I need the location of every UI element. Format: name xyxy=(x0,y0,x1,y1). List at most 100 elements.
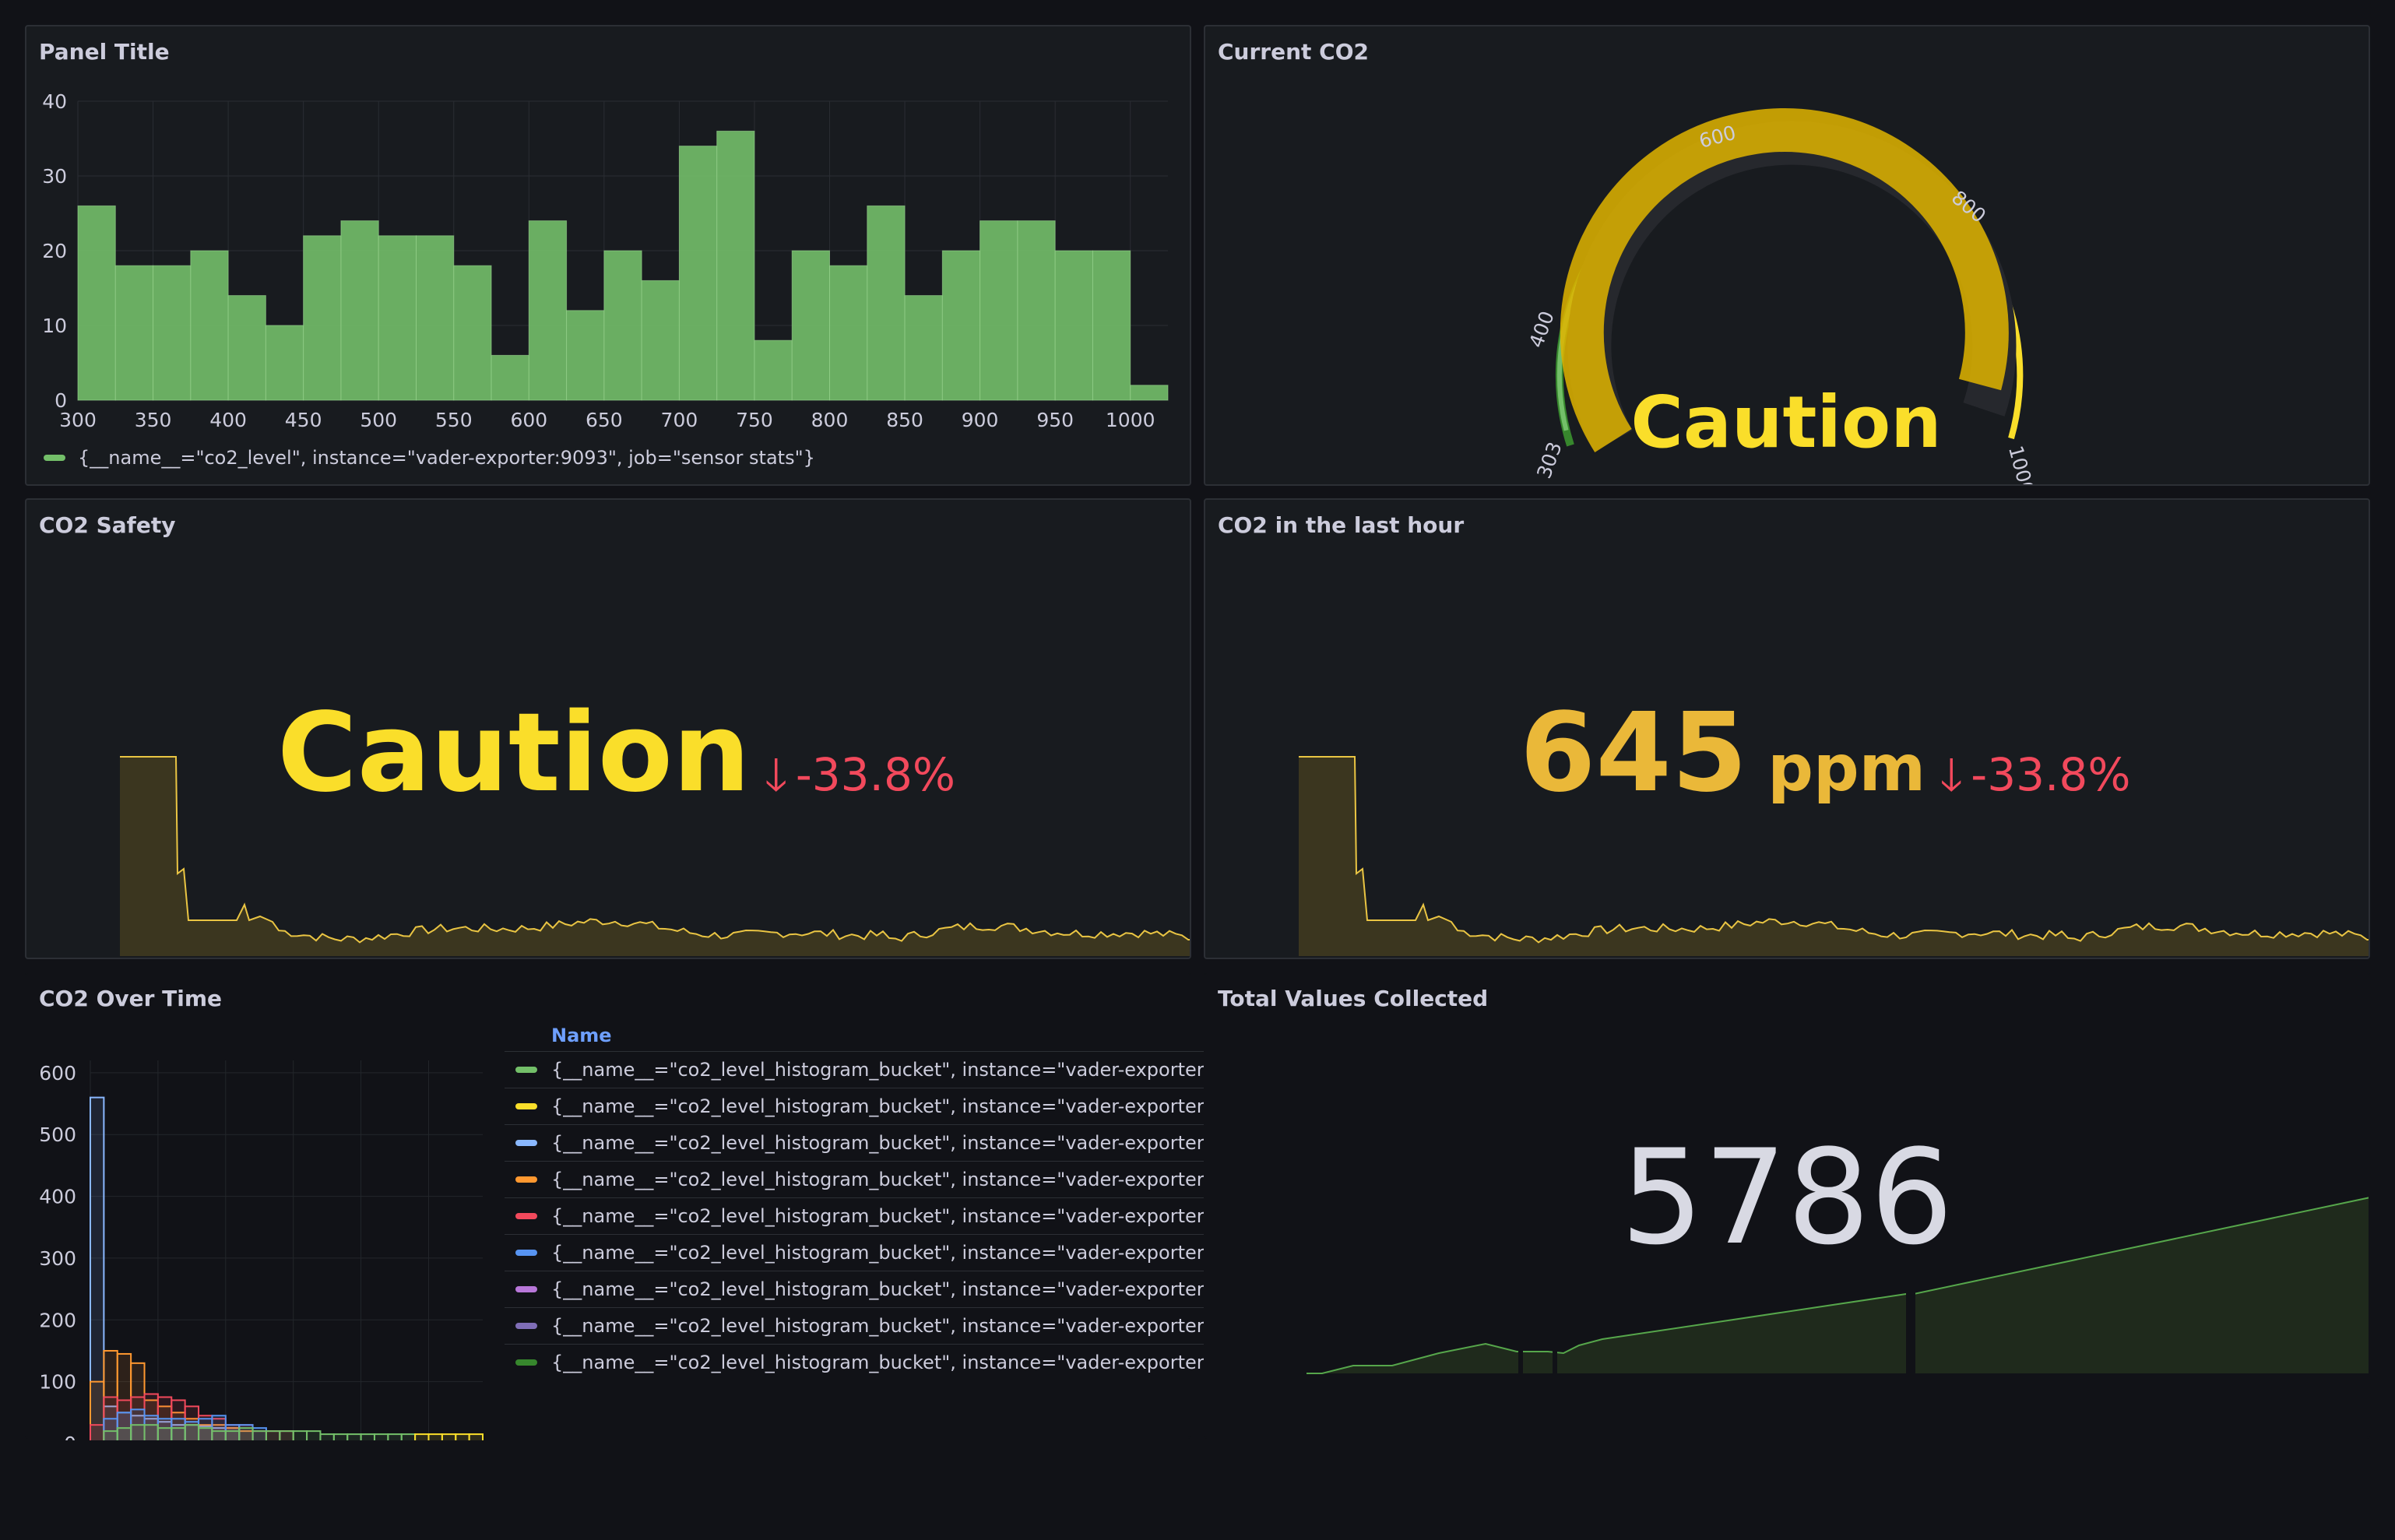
table-row[interactable]: {__name__="co2_level_histogram_bucket", … xyxy=(505,1161,1205,1197)
co2-over-time-panel: CO2 Over Time 01002003004005006000100020… xyxy=(25,972,1205,1440)
series-label: {__name__="co2_level_histogram_bucket", … xyxy=(551,1242,1205,1264)
histogram-bar xyxy=(303,235,342,401)
histogram-bar xyxy=(251,1430,267,1440)
histogram-bar xyxy=(904,295,943,401)
table-header-name[interactable]: Name xyxy=(505,1020,1205,1051)
legend-swatch xyxy=(44,455,65,461)
x-tick-label: 350 xyxy=(135,409,172,431)
histogram-bar xyxy=(77,205,116,401)
histogram-bar xyxy=(754,339,793,401)
histogram-bar xyxy=(641,280,680,401)
y-tick-label: 100 xyxy=(39,1371,76,1394)
histogram-bar xyxy=(566,310,605,401)
series-label: {__name__="co2_level_histogram_bucket", … xyxy=(551,1352,1205,1373)
legend-swatch xyxy=(515,1176,537,1183)
table-row[interactable]: {__name__="co2_level_histogram_bucket", … xyxy=(505,1234,1205,1271)
histogram-bar xyxy=(491,354,529,401)
histogram-bar xyxy=(184,1424,200,1440)
last-hour-stat: 645 ppm 🡓 -33.8% xyxy=(1520,690,2130,819)
histogram-bar xyxy=(678,146,718,401)
sparkline-gap xyxy=(1518,1344,1523,1377)
y-tick-label: 10 xyxy=(42,315,67,337)
histogram-bar xyxy=(791,250,831,401)
y-tick-label: 400 xyxy=(39,1186,76,1208)
histogram-bar xyxy=(198,1427,213,1440)
legend-swatch xyxy=(515,1067,537,1073)
table-row[interactable]: {__name__="co2_level_histogram_bucket", … xyxy=(505,1271,1205,1307)
over-time-chart: 0100200300400500600010002000300040005000 xyxy=(39,1060,484,1440)
series-label: {__name__="co2_level_histogram_bucket", … xyxy=(551,1278,1205,1300)
x-tick-label: 900 xyxy=(962,409,999,431)
trend-down-icon: 🡓 xyxy=(764,748,788,801)
trend-down-icon: 🡓 xyxy=(1940,748,1964,801)
histogram-bar xyxy=(130,1424,146,1440)
series-label: {__name__="co2_level_histogram_bucket", … xyxy=(551,1169,1205,1190)
gauge-label: Caution xyxy=(1630,381,1941,464)
x-tick-label: 850 xyxy=(886,409,923,431)
table-row[interactable]: {__name__="co2_level_histogram_bucket", … xyxy=(505,1197,1205,1234)
histogram-bar xyxy=(265,1430,281,1440)
histogram-bar xyxy=(867,205,906,401)
legend-label: {__name__="co2_level", instance="vader-e… xyxy=(78,447,815,469)
last-hour-value: 645 xyxy=(1520,690,1748,817)
total-values-panel: Total Values Collected 5786 xyxy=(1204,972,2370,1439)
histogram-bar xyxy=(468,1433,484,1440)
histogram-bar xyxy=(1092,250,1131,401)
y-tick-label: 500 xyxy=(39,1123,76,1146)
histogram-bar xyxy=(292,1430,308,1440)
sparkline-gap xyxy=(1553,1344,1557,1377)
histogram-bar xyxy=(378,235,417,401)
histogram-bar xyxy=(224,1430,241,1440)
histogram-bar xyxy=(829,265,868,401)
table-row[interactable]: {__name__="co2_level_histogram_bucket", … xyxy=(505,1344,1205,1380)
histogram-bar xyxy=(455,1433,470,1440)
histogram-bar xyxy=(1054,250,1093,401)
histogram-bar xyxy=(190,250,229,401)
gauge-tick-303: 303 xyxy=(1532,439,1567,482)
histogram-bar xyxy=(103,1430,118,1440)
histogram-bar xyxy=(143,1424,159,1440)
histogram-bar xyxy=(90,1424,105,1440)
histogram-bar xyxy=(360,1433,375,1440)
x-tick-label: 450 xyxy=(285,409,322,431)
histogram-bar xyxy=(116,1427,132,1440)
x-tick-label: 300 xyxy=(59,409,97,431)
table-row[interactable]: {__name__="co2_level_histogram_bucket", … xyxy=(505,1051,1205,1088)
histogram-bar xyxy=(1130,385,1169,401)
histogram-bar xyxy=(279,1430,294,1440)
legend-swatch xyxy=(515,1250,537,1256)
table-row[interactable]: {__name__="co2_level_histogram_bucket", … xyxy=(505,1088,1205,1124)
histogram-bar xyxy=(528,220,568,401)
x-tick-label: 500 xyxy=(360,409,397,431)
histogram-bar xyxy=(941,250,981,401)
legend-swatch xyxy=(515,1286,537,1292)
histogram-panel: Panel Title 0 10 20 30 40 300 350 400 450 500 550 6… xyxy=(25,25,1191,486)
histogram-bar xyxy=(114,265,154,401)
last-hour-trend: -33.8% xyxy=(1971,748,2131,801)
gauge-panel: Current CO2 303 400 600 800 1000 Caution xyxy=(1204,25,2370,486)
histogram-bar xyxy=(332,1433,349,1440)
histogram-bar xyxy=(340,220,379,401)
x-tick-label: 700 xyxy=(661,409,698,431)
safety-trend: -33.8% xyxy=(795,748,956,801)
x-tick-label: 550 xyxy=(435,409,473,431)
histogram-bar xyxy=(414,1433,430,1440)
histogram-bar xyxy=(441,1433,457,1440)
histogram-bar xyxy=(1017,220,1056,401)
last-hour-unit: ppm xyxy=(1767,732,1926,806)
x-tick-label: 800 xyxy=(811,409,849,431)
histogram-bar xyxy=(306,1430,322,1440)
histogram-bar xyxy=(171,1427,186,1440)
histogram-bar xyxy=(153,265,192,401)
table-row[interactable]: {__name__="co2_level_histogram_bucket", … xyxy=(505,1124,1205,1161)
y-tick-label: 20 xyxy=(42,240,67,262)
gauge-tick-1000: 1000 xyxy=(2004,443,2038,484)
total-value: 5786 xyxy=(1620,1121,1954,1274)
table-row[interactable]: {__name__="co2_level_histogram_bucket", … xyxy=(505,1307,1205,1344)
legend-swatch xyxy=(515,1213,537,1219)
y-tick-label: 200 xyxy=(39,1309,76,1331)
y-tick-label: 600 xyxy=(39,1062,76,1085)
co2-safety-panel: CO2 Safety Caution 🡓 -33.8% xyxy=(25,498,1191,959)
y-tick-label: 0 xyxy=(64,1433,76,1440)
legend-item[interactable]: {__name__="co2_level", instance="vader-e… xyxy=(44,447,815,469)
